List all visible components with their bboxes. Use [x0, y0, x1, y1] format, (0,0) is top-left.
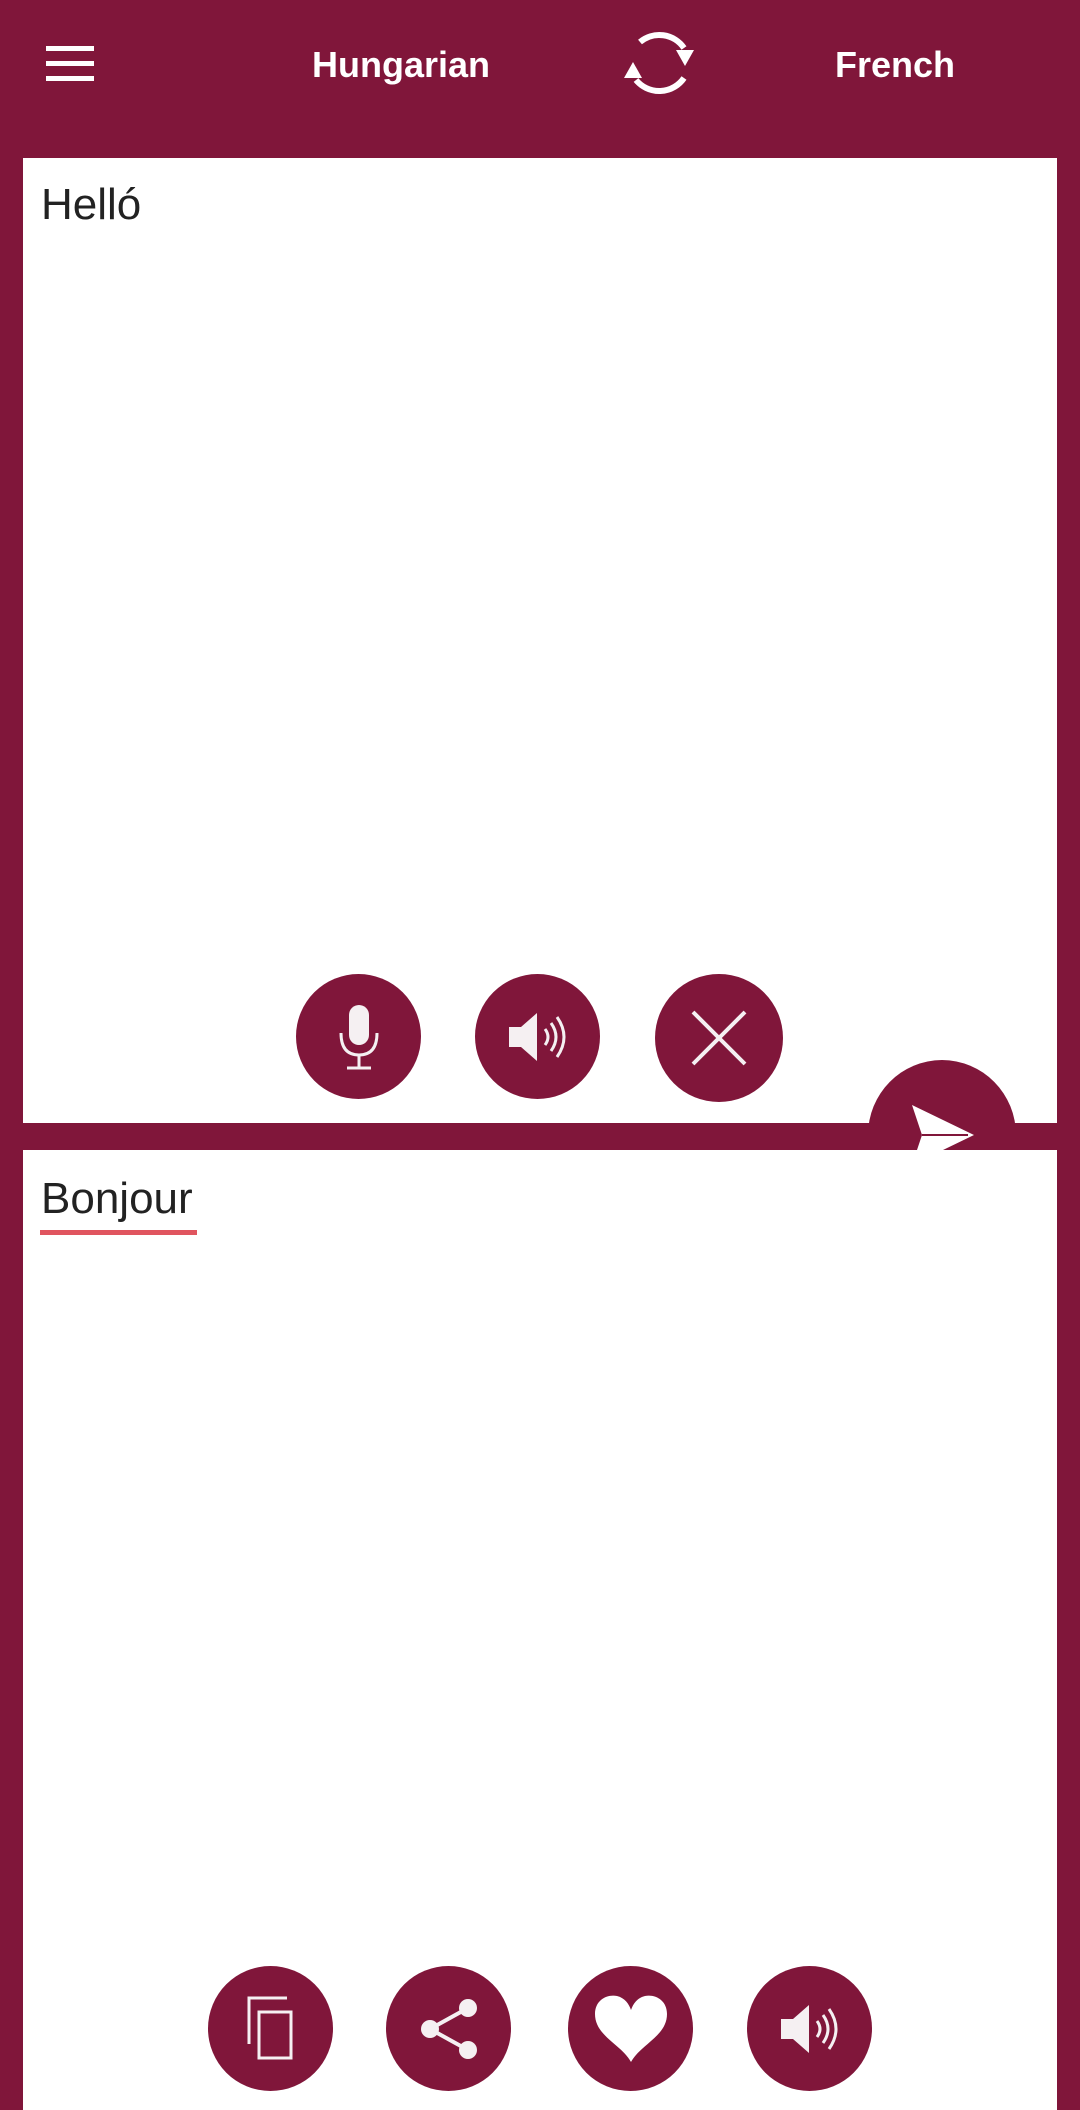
- copy-icon: [247, 1996, 292, 2059]
- top-app-bar: Hungarian French: [0, 0, 1080, 130]
- output-panel: Bonjour: [23, 1150, 1057, 2110]
- share-button[interactable]: [386, 1966, 511, 2091]
- clear-text-button[interactable]: [655, 974, 783, 1102]
- close-icon: [691, 1010, 747, 1066]
- microphone-button[interactable]: [296, 974, 421, 1099]
- menu-button[interactable]: [46, 46, 96, 82]
- speaker-icon: [508, 1012, 565, 1061]
- copy-button[interactable]: [208, 1966, 333, 2091]
- speaker-icon: [780, 2004, 837, 2053]
- swap-languages-icon: [624, 32, 694, 95]
- share-icon: [420, 1998, 477, 2059]
- source-language-selector[interactable]: Hungarian: [312, 40, 490, 90]
- microphone-icon: [339, 1004, 378, 1069]
- favorite-button[interactable]: [568, 1966, 693, 2091]
- input-panel: Helló: [23, 158, 1057, 1123]
- speak-source-button[interactable]: [475, 974, 600, 1099]
- target-language-selector[interactable]: French: [835, 40, 955, 90]
- heart-icon: [594, 1995, 667, 2062]
- translated-text: Bonjour: [41, 1174, 193, 1223]
- swap-languages-button[interactable]: [612, 22, 707, 102]
- speak-translation-button[interactable]: [747, 1966, 872, 2091]
- source-text-input[interactable]: Helló: [41, 180, 141, 230]
- spellcheck-underline: [40, 1230, 197, 1235]
